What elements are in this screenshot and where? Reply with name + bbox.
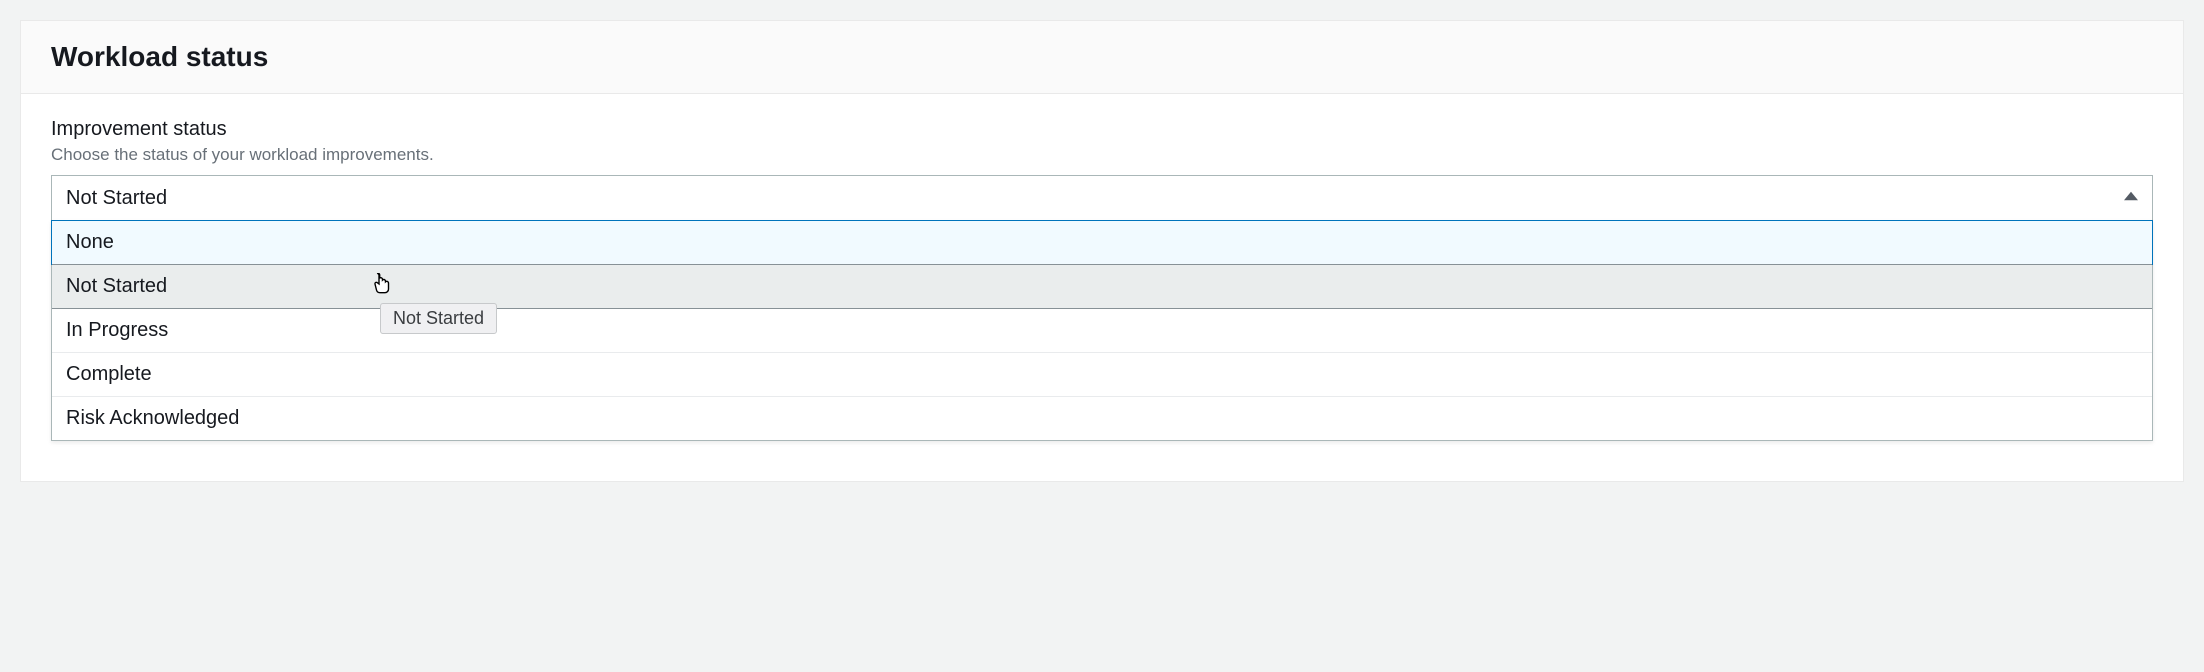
field-hint: Choose the status of your workload impro… <box>51 145 2153 165</box>
option-risk-acknowledged[interactable]: Risk Acknowledged <box>52 397 2152 440</box>
panel-title: Workload status <box>51 41 2153 73</box>
option-label: Complete <box>66 363 152 385</box>
improvement-status-select[interactable]: Not Started <box>51 175 2153 221</box>
workload-status-panel: Workload status Improvement status Choos… <box>20 20 2184 482</box>
panel-body: Improvement status Choose the status of … <box>21 94 2183 481</box>
option-label: Not Started <box>66 275 167 297</box>
option-label: In Progress <box>66 319 168 341</box>
option-not-started[interactable]: Not Started Not Started <box>52 264 2152 309</box>
option-label: None <box>66 231 114 253</box>
select-value: Not Started <box>66 187 167 210</box>
option-in-progress[interactable]: In Progress <box>52 309 2152 353</box>
option-complete[interactable]: Complete <box>52 353 2152 397</box>
panel-header: Workload status <box>21 21 2183 94</box>
improvement-status-dropdown: None Not Started Not Started In Progress… <box>51 220 2153 441</box>
option-label: Risk Acknowledged <box>66 407 239 429</box>
caret-up-icon <box>2124 189 2138 208</box>
option-none[interactable]: None <box>51 220 2153 265</box>
pointer-cursor-icon <box>372 273 392 300</box>
field-label: Improvement status <box>51 118 2153 141</box>
